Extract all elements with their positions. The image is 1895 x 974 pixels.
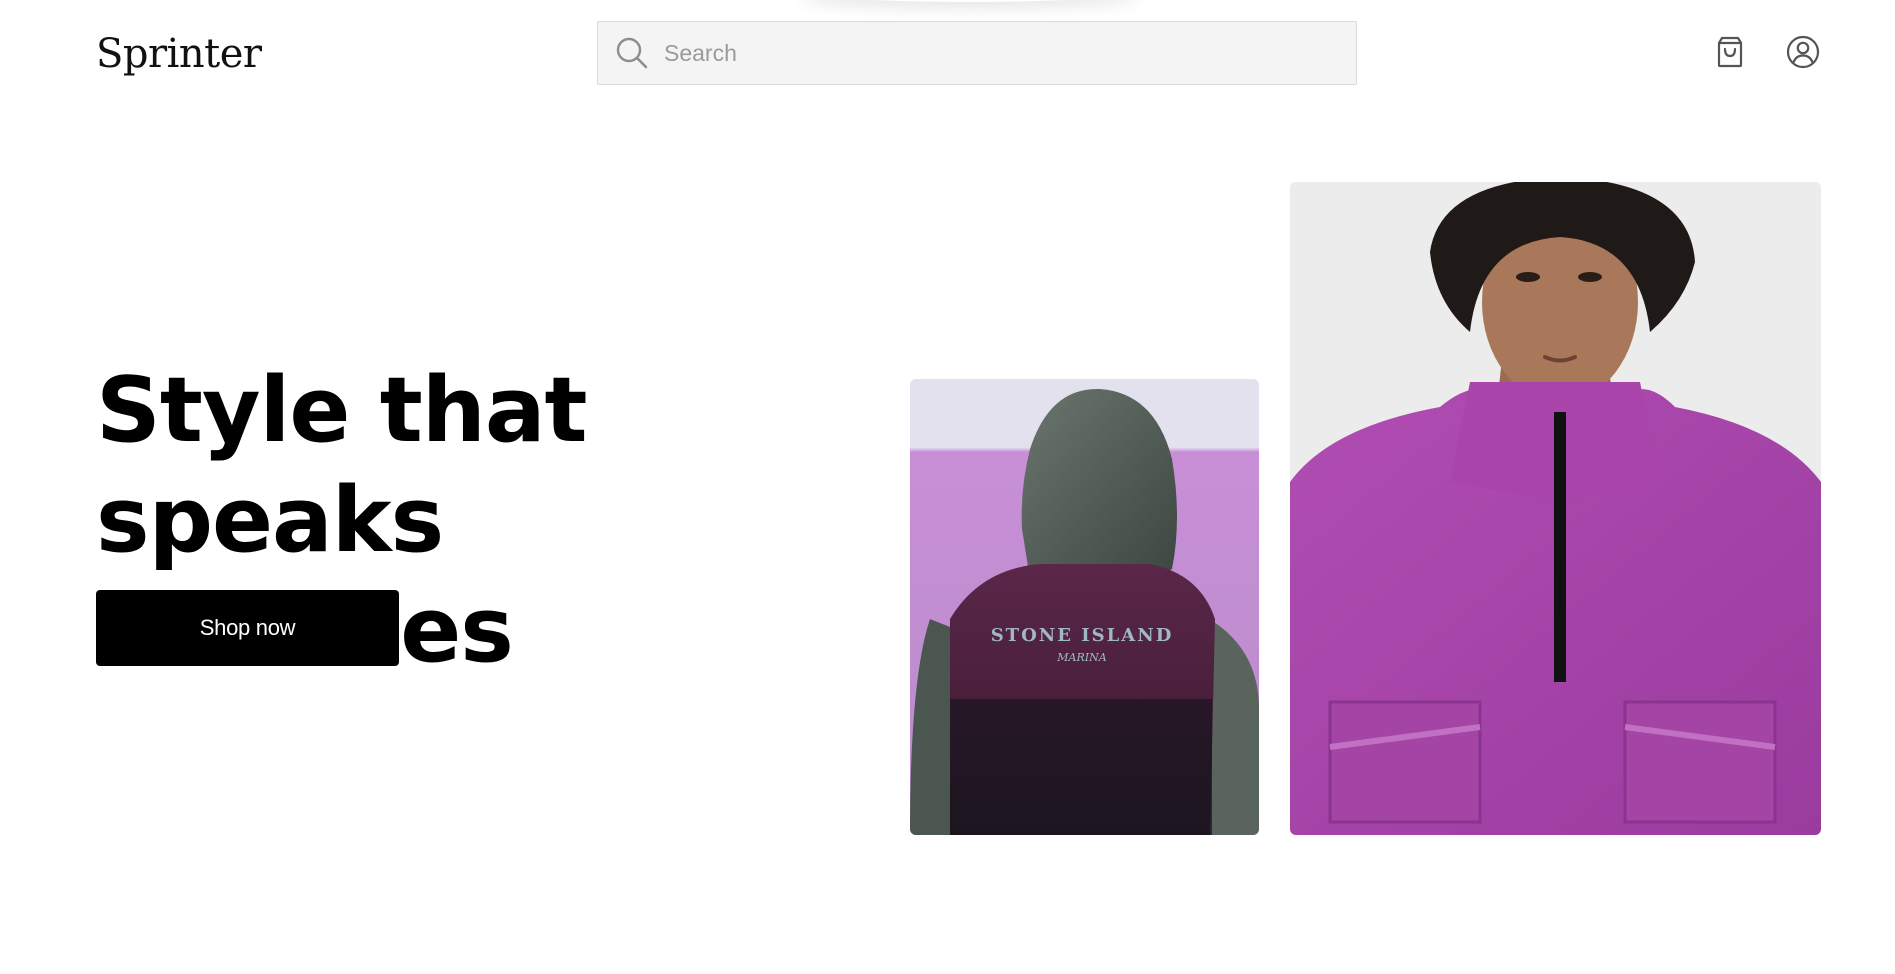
- hooded-vest-back-photo[interactable]: STONE ISLAND MARINA: [910, 379, 1259, 835]
- search-icon: [612, 33, 652, 73]
- account-button[interactable]: [1783, 32, 1823, 72]
- cart-button[interactable]: [1710, 32, 1750, 72]
- search-bar[interactable]: [597, 21, 1357, 85]
- shopping-bag-icon: [1717, 36, 1743, 68]
- search-input[interactable]: [662, 33, 1302, 73]
- site-logo[interactable]: Sprinter: [96, 28, 262, 80]
- site-header: Sprinter: [0, 0, 1895, 110]
- svg-text:STONE ISLAND: STONE ISLAND: [991, 625, 1174, 646]
- svg-text:MARINA: MARINA: [1056, 651, 1106, 664]
- shop-now-button[interactable]: Shop now: [96, 590, 399, 666]
- user-circle-icon: [1786, 35, 1820, 69]
- purple-half-zip-jacket-photo[interactable]: [1290, 182, 1821, 835]
